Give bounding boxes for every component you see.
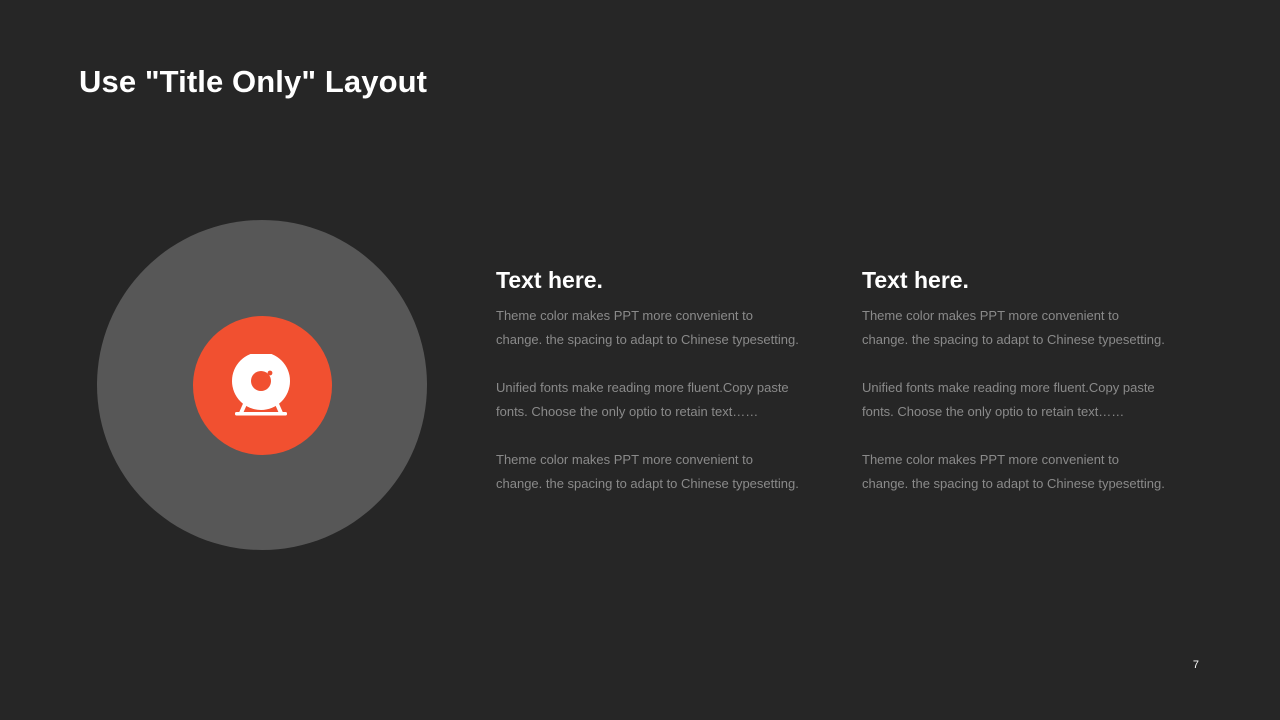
webcam-icon (232, 354, 290, 416)
page-number: 7 (1192, 659, 1199, 671)
slide: Use "Title Only" Layout Text here. Theme… (0, 0, 1280, 720)
column-paragraph: Theme color makes PPT more convenient to… (862, 452, 1165, 491)
column-paragraph: Unified fonts make reading more fluent.C… (496, 380, 789, 419)
icon-badge (193, 316, 332, 455)
column-paragraph: Theme color makes PPT more convenient to… (862, 308, 1165, 347)
slide-title: Use "Title Only" Layout (79, 64, 428, 99)
column-paragraph: Theme color makes PPT more convenient to… (496, 452, 799, 491)
column-paragraph: Unified fonts make reading more fluent.C… (862, 380, 1155, 419)
text-column-2: Text here. Theme color makes PPT more co… (862, 266, 1192, 520)
column-heading: Text here. (862, 267, 969, 293)
column-paragraph: Theme color makes PPT more convenient to… (496, 308, 799, 347)
text-column-1: Text here. Theme color makes PPT more co… (496, 266, 826, 520)
column-heading: Text here. (496, 267, 603, 293)
